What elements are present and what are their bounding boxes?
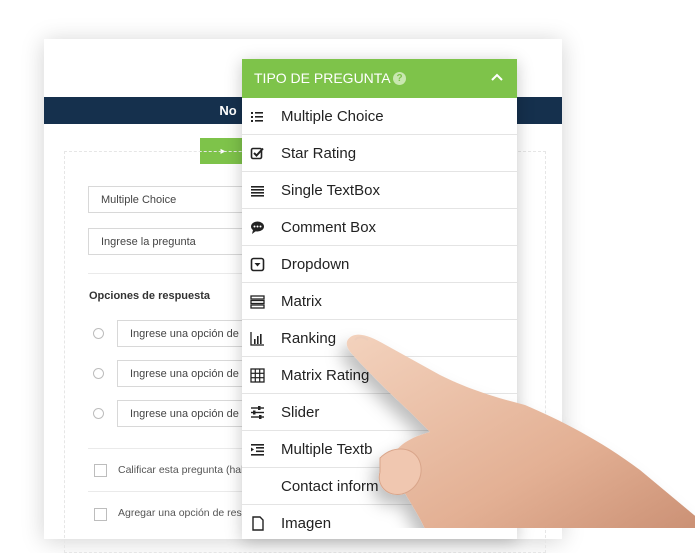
dropdown-header-title: TIPO DE PREGUNTA bbox=[254, 70, 391, 86]
dropdown-item-label: Dropdown bbox=[281, 256, 350, 273]
dropdown-item-label: Star Rating bbox=[281, 145, 357, 162]
matrix-icon bbox=[250, 295, 265, 309]
dropdown-item-ranking[interactable]: Ranking bbox=[242, 320, 517, 357]
dropdown-item-comment-box[interactable]: Comment Box bbox=[242, 209, 517, 246]
divider bbox=[88, 273, 248, 274]
dropdown-item-multiple-choice[interactable]: Multiple Choice bbox=[242, 98, 517, 135]
dropdown-item-contact-information[interactable]: Contact inform bbox=[242, 468, 517, 505]
lines-icon bbox=[251, 186, 264, 197]
list-icon bbox=[251, 112, 263, 122]
comment-icon bbox=[251, 221, 264, 234]
answer-radio-2[interactable] bbox=[93, 368, 104, 379]
dropdown-item-label: Ranking bbox=[281, 330, 337, 347]
answer-input-3[interactable]: Ingrese una opción de re bbox=[117, 400, 257, 427]
answer-placeholder-2: Ingrese una opción de re bbox=[130, 368, 252, 380]
score-question-label: Calificar esta pregunta (hab bbox=[118, 464, 247, 476]
dropdown-item-label: Matrix bbox=[281, 293, 322, 310]
question-input[interactable]: Ingrese la pregunta bbox=[88, 228, 248, 255]
divider bbox=[88, 491, 248, 492]
score-question-checkbox[interactable] bbox=[94, 464, 107, 477]
answer-radio-3[interactable] bbox=[93, 408, 104, 419]
dropdown-header[interactable]: TIPO DE PREGUNTA ? bbox=[242, 59, 517, 98]
dropdown-item-label: Matrix Rating bbox=[281, 367, 370, 384]
dropdown-item-label: Slider bbox=[281, 404, 320, 421]
divider bbox=[88, 448, 248, 449]
chevron-up-icon[interactable] bbox=[491, 73, 503, 81]
checkbox-icon bbox=[250, 147, 264, 160]
dropdown-item-slider[interactable]: Slider bbox=[242, 394, 517, 431]
question-placeholder: Ingrese la pregunta bbox=[101, 236, 196, 248]
dropdown-item-label: Comment Box bbox=[281, 219, 377, 236]
question-type-field[interactable]: Multiple Choice bbox=[88, 186, 248, 213]
answer-input-2[interactable]: Ingrese una opción de re bbox=[117, 360, 257, 387]
dropdown-item-label: Multiple Choice bbox=[281, 108, 384, 125]
answers-title: Opciones de respuesta bbox=[89, 290, 211, 302]
dropdown-item-matrix-rating[interactable]: Matrix Rating bbox=[242, 357, 517, 394]
add-answer-option-label: Agregar una opción de resp bbox=[118, 507, 248, 519]
answer-placeholder-1: Ingrese una opción de re bbox=[130, 328, 252, 340]
sliders-icon bbox=[251, 406, 264, 419]
dropdown-item-label: Imagen bbox=[281, 515, 332, 532]
dropdown-item-image[interactable]: Imagen bbox=[242, 505, 517, 539]
question-type-dropdown: TIPO DE PREGUNTA ? Multiple Choice Star … bbox=[242, 59, 517, 539]
help-icon[interactable]: ? bbox=[393, 72, 406, 85]
indent-icon bbox=[251, 444, 264, 456]
answer-placeholder-3: Ingrese una opción de re bbox=[130, 408, 252, 420]
answer-input-1[interactable]: Ingrese una opción de re bbox=[117, 320, 257, 347]
image-icon bbox=[252, 516, 264, 531]
dropdown-icon bbox=[250, 257, 265, 272]
dropdown-item-label: Contact inform bbox=[281, 478, 379, 495]
dropdown-item-dropdown[interactable]: Dropdown bbox=[242, 246, 517, 283]
grid-icon bbox=[250, 368, 265, 383]
dropdown-item-star-rating[interactable]: Star Rating bbox=[242, 135, 517, 172]
dropdown-item-matrix[interactable]: Matrix bbox=[242, 283, 517, 320]
answer-radio-1[interactable] bbox=[93, 328, 104, 339]
dropdown-item-multiple-textbox[interactable]: Multiple Textb bbox=[242, 431, 517, 468]
question-type-value: Multiple Choice bbox=[101, 194, 177, 206]
add-answer-option-checkbox[interactable] bbox=[94, 508, 107, 521]
bar-chart-icon bbox=[250, 332, 264, 346]
dropdown-item-single-textbox[interactable]: Single TextBox bbox=[242, 172, 517, 209]
dropdown-item-label: Single TextBox bbox=[281, 182, 380, 199]
dropdown-item-label: Multiple Textb bbox=[281, 441, 373, 458]
